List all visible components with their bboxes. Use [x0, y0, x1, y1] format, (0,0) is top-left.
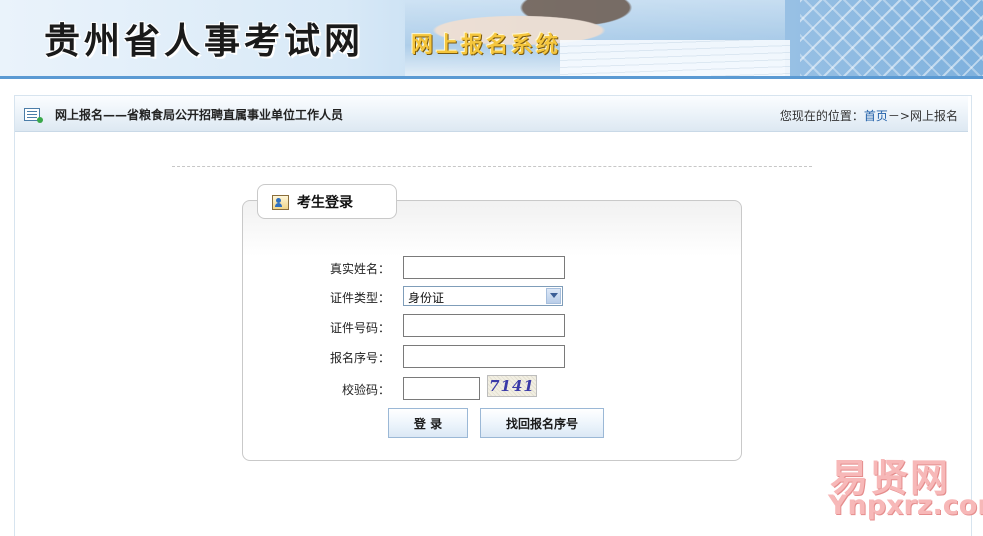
- name-label: 真实姓名：: [329, 262, 390, 276]
- document-icon: [24, 108, 43, 123]
- breadcrumb-bar: 网上报名——省粮食局公开招聘直属事业单位工作人员 您现在的位置：首页－>网上报名: [15, 96, 968, 132]
- chevron-down-icon[interactable]: [546, 288, 561, 304]
- site-subtitle: 网上报名系统: [411, 33, 562, 58]
- captcha-label: 校验码：: [341, 383, 390, 397]
- id-type-select[interactable]: 身份证: [403, 286, 563, 306]
- captcha-input[interactable]: [403, 377, 480, 400]
- breadcrumb-home-link[interactable]: 首页: [864, 109, 888, 123]
- login-button[interactable]: 登 录: [388, 408, 468, 438]
- site-title: 贵州省人事考试网: [44, 20, 365, 62]
- id-number-label: 证件号码：: [329, 321, 390, 335]
- breadcrumb-separator: －>: [887, 109, 910, 123]
- watermark-en: Ynpxrz.com: [828, 490, 983, 521]
- login-tab-label: 考生登录: [297, 195, 353, 211]
- watermark: 易贤网 Ynpxrz.com: [826, 447, 983, 525]
- breadcrumb: 您现在的位置：首页－>网上报名: [780, 107, 958, 124]
- recover-reg-number-button[interactable]: 找回报名序号: [480, 408, 604, 438]
- reg-number-label: 报名序号：: [329, 351, 390, 365]
- name-input[interactable]: [403, 256, 565, 279]
- reg-number-input[interactable]: [403, 345, 565, 368]
- user-card-icon: [272, 195, 289, 210]
- page-title: 网上报名——省粮食局公开招聘直属事业单位工作人员: [55, 108, 344, 122]
- id-type-selected: 身份证: [408, 291, 445, 305]
- banner-paper: [560, 40, 790, 76]
- site-banner: 贵州省人事考试网 网上报名系统: [0, 0, 983, 79]
- login-tab: 考生登录: [257, 184, 397, 219]
- breadcrumb-current: 网上报名: [909, 109, 958, 123]
- id-type-label: 证件类型：: [329, 291, 390, 305]
- divider: [172, 166, 812, 167]
- id-number-input[interactable]: [403, 314, 565, 337]
- breadcrumb-prefix: 您现在的位置：: [779, 109, 864, 123]
- captcha-image[interactable]: 7141: [487, 375, 537, 397]
- banner-pattern: [800, 0, 983, 76]
